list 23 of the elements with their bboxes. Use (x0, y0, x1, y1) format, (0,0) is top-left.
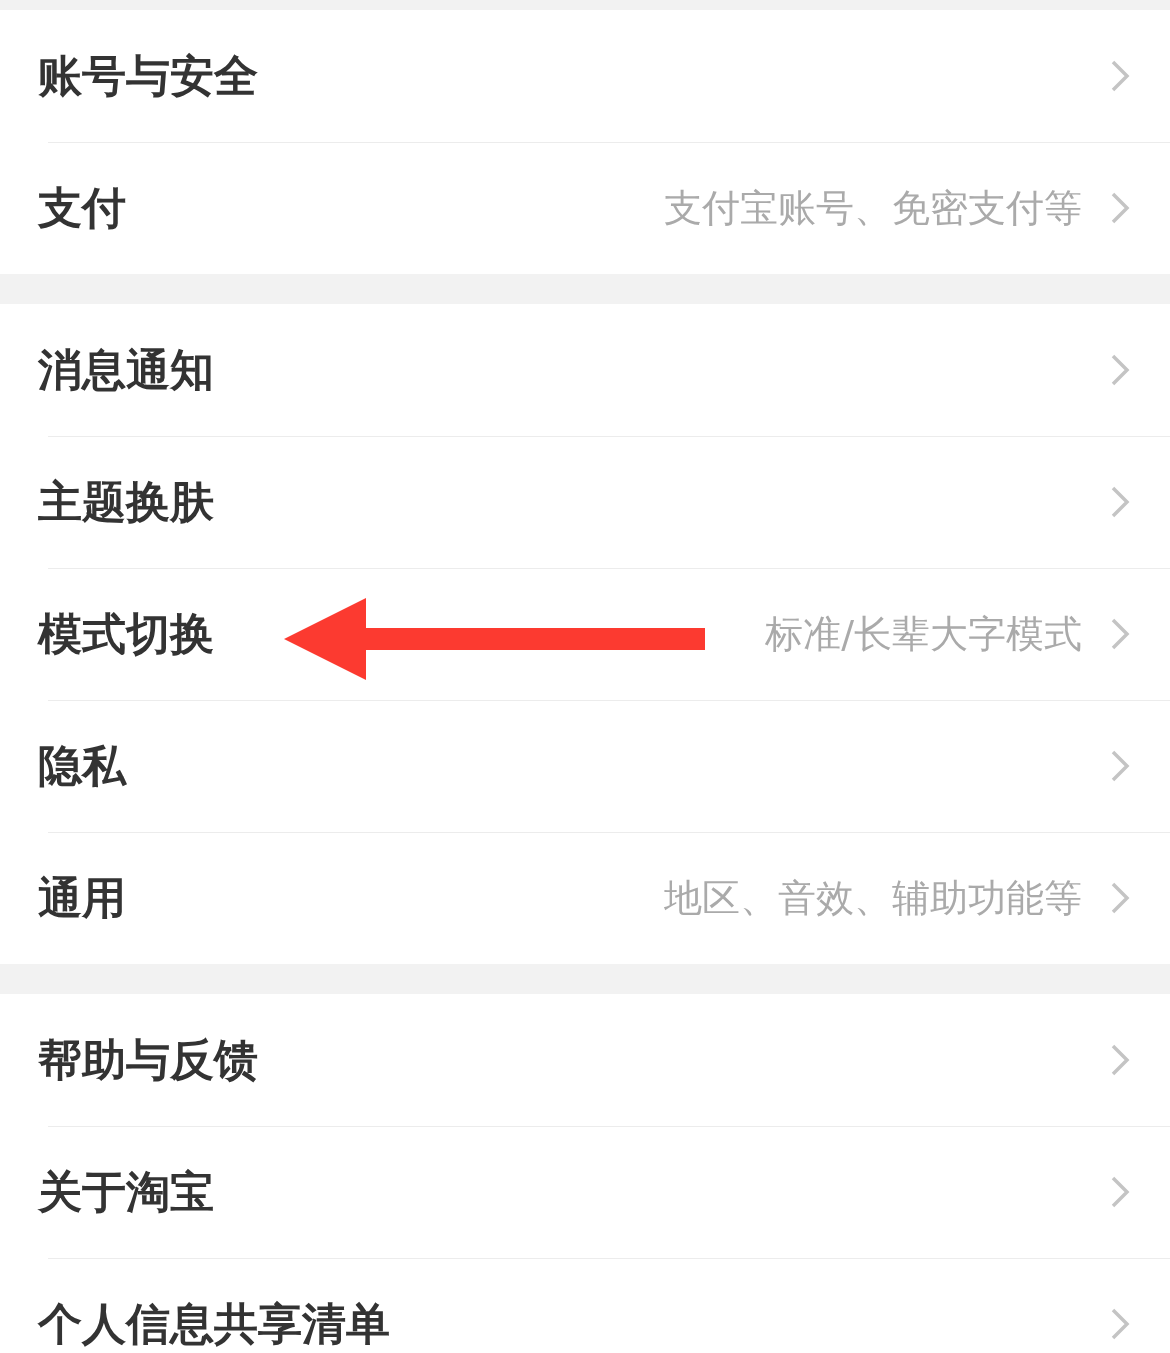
chevron-right-icon (1110, 749, 1130, 783)
chevron-right-icon (1110, 59, 1130, 93)
chevron-right-icon (1110, 1175, 1130, 1209)
chevron-right-icon (1110, 485, 1130, 519)
setting-label[interactable]: 隐私 (38, 736, 126, 796)
setting-label[interactable]: 主题换肤 (38, 472, 214, 532)
setting-label[interactable]: 消息通知 (38, 340, 214, 400)
setting-label[interactable]: 账号与安全 (38, 46, 258, 106)
setting-label[interactable]: 个人信息共享清单 (38, 1294, 390, 1353)
setting-label[interactable]: 通用 (38, 868, 126, 928)
chevron-right-icon (1110, 881, 1130, 915)
setting-value: 地区、音效、辅助功能等 (664, 874, 1082, 922)
chevron-right-icon (1110, 1307, 1130, 1341)
setting-value: 标准/长辈大字模式 (765, 610, 1082, 658)
chevron-right-icon (1110, 353, 1130, 387)
setting-value: 支付宝账号、免密支付等 (664, 184, 1082, 232)
setting-label[interactable]: 帮助与反馈 (38, 1030, 258, 1090)
setting-label[interactable]: 关于淘宝 (38, 1162, 214, 1222)
setting-label[interactable]: 支付 (38, 178, 126, 238)
setting-label[interactable]: 模式切换 (38, 604, 214, 664)
chevron-right-icon (1110, 1043, 1130, 1077)
chevron-right-icon (1110, 617, 1130, 651)
chevron-right-icon (1110, 191, 1130, 225)
